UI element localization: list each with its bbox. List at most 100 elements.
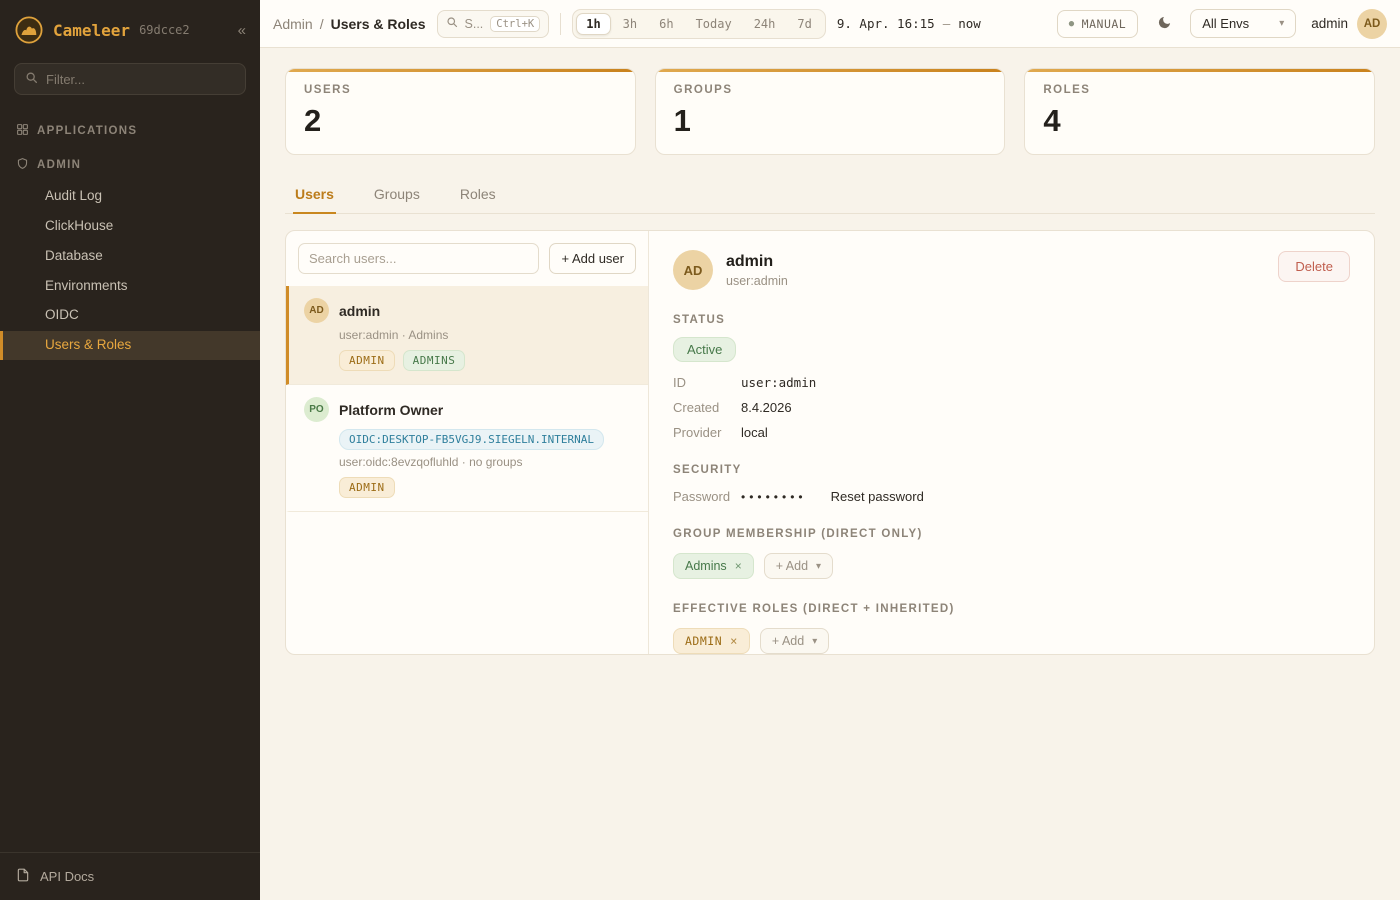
- user-list-controls: + Add user: [286, 231, 648, 286]
- status-badge: Active: [673, 337, 736, 362]
- field-value-created: 8.4.2026: [741, 400, 1350, 415]
- effective-roles-heading: EFFECTIVE ROLES (DIRECT + INHERITED): [673, 603, 1350, 615]
- status-heading: STATUS: [673, 314, 1350, 326]
- api-docs-label: API Docs: [40, 869, 94, 884]
- search-users-input[interactable]: [298, 243, 539, 274]
- section-label-admin: ADMIN: [37, 159, 81, 171]
- detail-user-id: user:admin: [726, 274, 788, 288]
- sidebar-item-clickhouse[interactable]: ClickHouse: [0, 212, 260, 241]
- group-membership-heading: GROUP MEMBERSHIP (DIRECT ONLY): [673, 528, 1350, 540]
- user-list-item-platform-owner[interactable]: PO Platform Owner OIDC:DESKTOP-FB5VGJ9.S…: [286, 385, 648, 512]
- avatar: AD: [304, 298, 329, 323]
- status-dot-icon: ●: [1069, 19, 1075, 29]
- time-range-today[interactable]: Today: [686, 13, 742, 35]
- avatar: PO: [304, 397, 329, 422]
- user-badges: ADMIN: [339, 477, 634, 498]
- remove-icon[interactable]: ×: [735, 559, 742, 573]
- app-name: Cameleer: [53, 21, 130, 40]
- stat-card-roles: ROLES 4: [1024, 68, 1375, 155]
- sidebar-section-admin[interactable]: ADMIN: [0, 147, 260, 181]
- global-search-text: S...: [465, 17, 484, 31]
- time-range-group: 1h 3h 6h Today 24h 7d: [572, 9, 826, 39]
- reset-password-link[interactable]: Reset password: [831, 489, 924, 504]
- time-range-3h[interactable]: 3h: [613, 13, 647, 35]
- sidebar-item-audit-log[interactable]: Audit Log: [0, 182, 260, 211]
- time-range-1h[interactable]: 1h: [576, 13, 610, 35]
- group-chips: Admins × + Add ▾: [673, 553, 1350, 579]
- chevron-down-icon: ▾: [816, 561, 821, 572]
- sidebar-collapse-icon[interactable]: «: [238, 22, 246, 39]
- search-shortcut-kbd: Ctrl+K: [490, 16, 540, 32]
- env-selector-value: All Envs: [1202, 16, 1249, 31]
- tab-bar: Users Groups Roles: [285, 176, 1375, 214]
- password-label: Password: [673, 489, 741, 504]
- api-docs-link[interactable]: API Docs: [0, 852, 260, 900]
- detail-header: AD admin user:admin: [673, 250, 1350, 290]
- remove-icon[interactable]: ×: [730, 634, 738, 648]
- role-chip-admin: ADMIN ×: [673, 628, 750, 654]
- stat-label: GROUPS: [674, 84, 987, 96]
- security-heading: SECURITY: [673, 464, 1350, 476]
- sidebar-item-oidc[interactable]: OIDC: [0, 301, 260, 330]
- add-role-label: + Add: [772, 634, 804, 648]
- user-detail-panel: Delete AD admin user:admin STATUS Active…: [649, 231, 1374, 654]
- tab-groups[interactable]: Groups: [372, 176, 422, 214]
- avatar[interactable]: AD: [1357, 9, 1387, 39]
- sidebar-header: Cameleer 69dcce2 «: [0, 0, 260, 55]
- search-icon: [25, 71, 38, 87]
- field-value-id: user:admin: [741, 375, 1350, 390]
- delete-user-button[interactable]: Delete: [1278, 251, 1350, 282]
- document-icon: [16, 868, 30, 885]
- sidebar-filter-input[interactable]: [46, 72, 235, 87]
- sidebar-filter[interactable]: [14, 63, 246, 95]
- user-meta: user:admin · Admins: [339, 328, 634, 342]
- user-name: Platform Owner: [339, 402, 443, 418]
- time-range-24h[interactable]: 24h: [744, 13, 786, 35]
- refresh-mode-label: MANUAL: [1082, 17, 1127, 31]
- role-chips: ADMIN × + Add ▾: [673, 628, 1350, 654]
- user-menu[interactable]: admin AD: [1311, 9, 1387, 39]
- role-badge: ADMIN: [339, 477, 395, 498]
- oidc-issuer-badge: OIDC:DESKTOP-FB5VGJ9.SIEGELN.INTERNAL: [339, 429, 604, 450]
- top-bar: Admin / Users & Roles S... Ctrl+K 1h 3h …: [260, 0, 1400, 48]
- shield-icon: [16, 157, 29, 173]
- refresh-mode-badge[interactable]: ● MANUAL: [1057, 10, 1138, 38]
- group-chip-label: Admins: [685, 559, 727, 573]
- sidebar-item-database[interactable]: Database: [0, 242, 260, 271]
- user-meta: user:oidc:8evzqofluhld · no groups: [339, 455, 634, 469]
- env-selector[interactable]: All Envs ▾: [1190, 9, 1296, 38]
- add-role-button[interactable]: + Add ▾: [760, 628, 829, 654]
- tab-users[interactable]: Users: [293, 176, 336, 214]
- time-range-6h[interactable]: 6h: [649, 13, 683, 35]
- stat-value: 4: [1043, 103, 1356, 139]
- username-label: admin: [1311, 16, 1348, 31]
- sidebar-item-users-roles[interactable]: Users & Roles: [0, 331, 260, 360]
- tab-roles[interactable]: Roles: [458, 176, 498, 214]
- date-range-end: now: [958, 16, 981, 31]
- chevron-down-icon: ▾: [1279, 18, 1284, 29]
- sidebar-item-environments[interactable]: Environments: [0, 272, 260, 301]
- date-range-separator: –: [943, 16, 951, 31]
- users-panel: + Add user AD admin user:admin · Admins …: [285, 230, 1375, 655]
- search-icon: [446, 16, 458, 31]
- field-label-created: Created: [673, 400, 741, 415]
- stat-value: 2: [304, 103, 617, 139]
- user-name: admin: [339, 303, 380, 319]
- global-search[interactable]: S... Ctrl+K: [437, 10, 550, 38]
- user-list-item-admin[interactable]: AD admin user:admin · Admins ADMIN ADMIN…: [286, 286, 648, 385]
- add-user-button[interactable]: + Add user: [549, 243, 636, 274]
- field-label-id: ID: [673, 375, 741, 390]
- role-chip-label: ADMIN: [685, 634, 722, 648]
- password-mask: ••••••••: [741, 490, 807, 504]
- sidebar-section-applications[interactable]: APPLICATIONS: [0, 113, 260, 147]
- chevron-down-icon: ▾: [812, 636, 817, 647]
- add-group-button[interactable]: + Add ▾: [764, 553, 833, 579]
- breadcrumb: Admin / Users & Roles: [273, 16, 426, 32]
- breadcrumb-parent[interactable]: Admin: [273, 16, 313, 32]
- date-range-display[interactable]: 9. Apr. 16:15 – now: [837, 16, 981, 31]
- admin-nav: Audit Log ClickHouse Database Environmen…: [0, 181, 260, 361]
- time-range-7d[interactable]: 7d: [787, 13, 821, 35]
- dark-mode-toggle[interactable]: [1149, 9, 1179, 39]
- app-instance-id: 69dcce2: [139, 23, 190, 37]
- avatar: AD: [673, 250, 713, 290]
